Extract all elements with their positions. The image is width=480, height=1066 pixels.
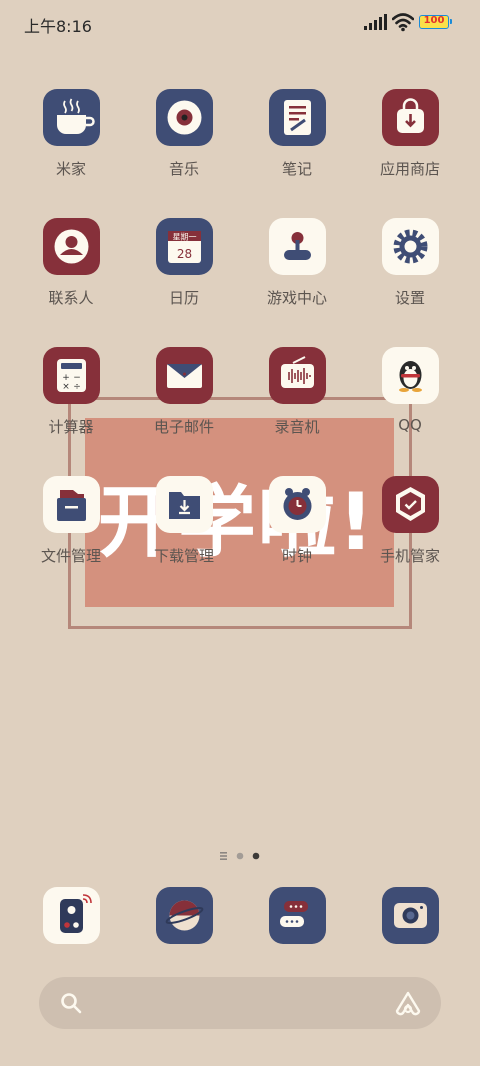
signal-icon [364,14,387,30]
download-manager-icon [156,476,213,533]
app-game-center[interactable]: 游戏中心 [242,218,352,328]
app-label: 应用商店 [379,160,440,178]
app-contacts[interactable]: 联系人 [16,218,126,328]
app-calculator[interactable]: + − × ÷ 计算器 [16,347,126,457]
app-label: 录音机 [274,418,320,436]
wifi-icon [392,13,414,32]
app-clock[interactable]: 时钟 [242,476,352,586]
calendar-day: 28 [177,247,192,261]
app-download-manager[interactable]: 下载管理 [129,476,239,586]
app-label: 下载管理 [153,547,214,565]
app-label: 米家 [55,160,86,178]
search-icon [61,993,82,1014]
app-label: 文件管理 [40,547,101,565]
dock-phone[interactable] [16,887,126,945]
app-label: 设置 [394,289,425,307]
app-label: 联系人 [48,289,94,307]
calculator-icon: + − × ÷ [43,347,100,404]
qq-icon [382,347,439,404]
music-icon [156,89,213,146]
calendar-icon: 星期一 28 [156,218,213,275]
app-label: QQ [398,416,422,434]
app-label: 音乐 [168,160,199,178]
app-notes[interactable]: 笔记 [242,89,352,199]
battery-icon: 100 [419,15,452,29]
settings-icon [382,218,439,275]
camera-icon [382,887,439,944]
app-email[interactable]: 电子邮件 [129,347,239,457]
app-file-manager[interactable]: 文件管理 [16,476,126,586]
app-label: 游戏中心 [266,289,327,307]
app-calendar[interactable]: 星期一 28 日历 [129,218,239,328]
app-mijia[interactable]: 米家 [16,89,126,199]
app-app-store[interactable]: 应用商店 [355,89,465,199]
messages-icon [269,887,326,944]
app-label: 日历 [168,289,199,307]
svg-text:÷: ÷ [73,382,81,392]
recorder-icon [269,347,326,404]
app-settings[interactable]: 设置 [355,218,465,328]
svg-text:×: × [62,382,70,392]
app-label: 计算器 [48,418,94,436]
dock-browser[interactable] [129,887,239,945]
app-label: 手机管家 [379,547,440,565]
status-time: 上午8:16 [24,17,92,36]
mijia-icon [43,89,100,146]
app-label: 笔记 [281,160,312,178]
app-music[interactable]: 音乐 [129,89,239,199]
app-security[interactable]: 手机管家 [355,476,465,586]
browser-icon [156,887,213,944]
battery-level: 100 [423,15,445,26]
app-label: 电子邮件 [153,418,214,436]
status-bar: 上午8:16 100 [0,0,480,46]
assistant-icon[interactable] [394,990,422,1016]
security-icon [382,476,439,533]
app-store-icon [382,89,439,146]
phone-icon [43,887,100,944]
app-recorder[interactable]: 录音机 [242,347,352,457]
contacts-icon [43,218,100,275]
app-label: 时钟 [281,547,312,565]
game-center-icon [269,218,326,275]
page-indicator[interactable] [218,850,264,862]
email-icon [156,347,213,404]
dock-messages[interactable] [242,887,352,945]
search-bar[interactable] [39,977,441,1029]
file-manager-icon [43,476,100,533]
clock-icon [269,476,326,533]
calendar-weekday: 星期一 [173,233,197,242]
notes-icon [269,89,326,146]
dock-camera[interactable] [355,887,465,945]
app-qq[interactable]: QQ [355,347,465,457]
